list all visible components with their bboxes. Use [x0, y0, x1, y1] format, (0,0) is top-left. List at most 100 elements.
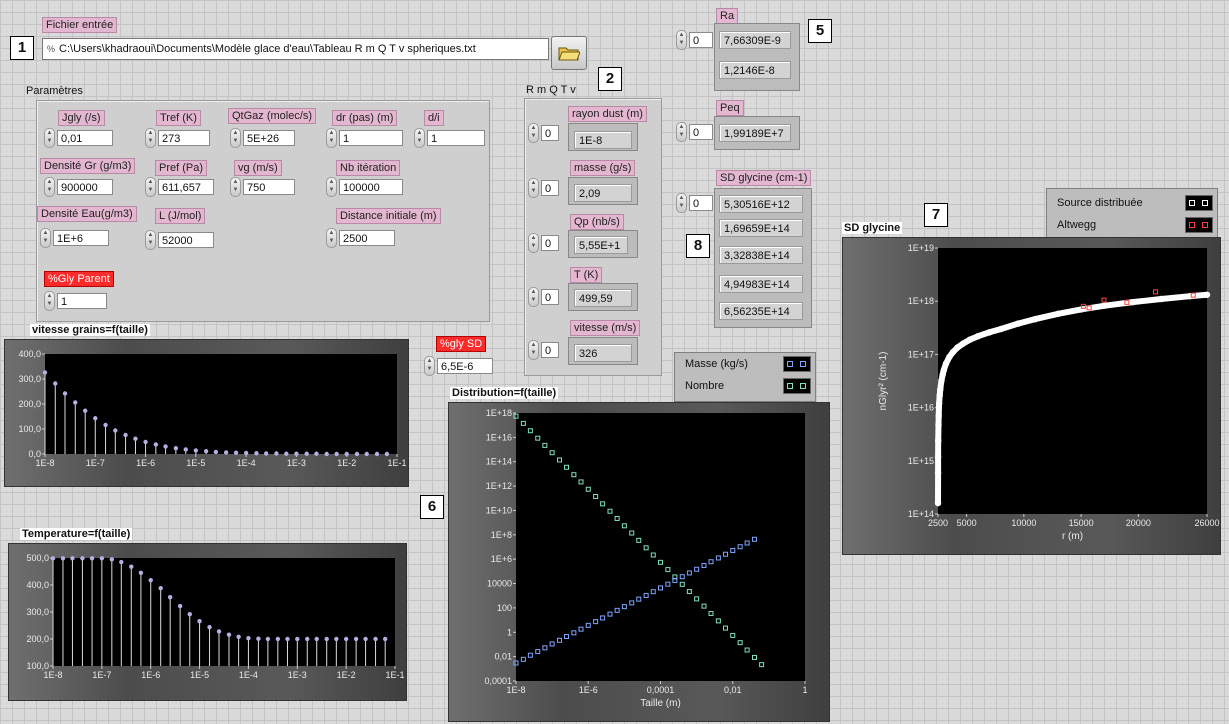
params-title: Paramètres — [26, 85, 83, 97]
spin-arrows-icon[interactable]: ▲ ▼ — [230, 128, 241, 148]
param-value[interactable]: 1 — [427, 130, 485, 146]
distribution-chart[interactable]: 1E+181E+161E+141E+121E+101E+81E+61000010… — [449, 403, 829, 721]
ra-value: 1,2146E-8 — [719, 61, 791, 79]
param-qtgaz-control[interactable]: ▲ ▼ 5E+26 — [230, 128, 295, 148]
param-value[interactable]: 5E+26 — [243, 130, 295, 146]
spin-arrows-icon[interactable]: ▲ ▼ — [326, 177, 337, 197]
y-tick-label: 1E+16 — [486, 432, 512, 442]
legend-item-nombre[interactable]: Nombre — [675, 375, 815, 397]
param-l-control[interactable]: ▲ ▼ 52000 — [145, 230, 214, 250]
array-index[interactable]: 0 — [689, 32, 713, 48]
spin-arrows-icon[interactable]: ▲ ▼ — [676, 193, 687, 213]
browse-button[interactable] — [551, 36, 587, 70]
rmqtv-index-3[interactable]: ▲ ▼ 0 — [528, 287, 559, 307]
spin-arrows-icon[interactable]: ▲ ▼ — [230, 177, 241, 197]
peq-value: 1,99189E+7 — [719, 124, 791, 142]
array-index[interactable]: 0 — [541, 125, 559, 141]
rmqtv-index-1[interactable]: ▲ ▼ 0 — [528, 178, 559, 198]
distribution-legend[interactable]: Masse (kg/s) Nombre — [674, 352, 816, 402]
param-value[interactable]: 100000 — [339, 179, 403, 195]
param-value[interactable]: 1 — [339, 130, 403, 146]
spin-arrows-icon[interactable]: ▲ ▼ — [145, 230, 156, 250]
param-pref-control[interactable]: ▲ ▼ 611,657 — [145, 177, 214, 197]
gly-parent-value[interactable]: 1 — [57, 293, 107, 309]
gly-parent-control[interactable]: ▲ ▼ 1 — [44, 291, 107, 311]
rmqtv-value-vitesse: 326 — [574, 344, 632, 362]
spin-arrows-icon[interactable]: ▲ ▼ — [44, 177, 55, 197]
rmqtv-label-qp: Qp (nb/s) — [570, 214, 624, 230]
param-jgly-control[interactable]: ▲ ▼ 0,01 — [44, 128, 113, 148]
param-label: dr (pas) (m) — [332, 110, 398, 126]
sd-glycine-index[interactable]: ▲ ▼ 0 — [676, 193, 713, 213]
spin-arrows-icon[interactable]: ▲ ▼ — [414, 128, 425, 148]
legend-swatch — [783, 356, 811, 372]
legend-item-altwegg[interactable]: Altwegg — [1047, 214, 1217, 236]
param-densite-gr-control[interactable]: ▲ ▼ 900000 — [44, 177, 113, 197]
x-tick-label: 1E-7 — [86, 458, 105, 468]
spin-arrows-icon[interactable]: ▲ ▼ — [528, 287, 539, 307]
sd-chart[interactable]: 1E+191E+181E+171E+161E+151E+142500 5000 10… — [843, 238, 1220, 554]
spin-arrows-icon[interactable]: ▲ ▼ — [528, 178, 539, 198]
temperature-chart[interactable]: 500,0400,0300,0200,0100,01E-8 1E-7 1E-6 1E-… — [9, 544, 406, 700]
spin-arrows-icon[interactable]: ▲ ▼ — [145, 177, 156, 197]
param-dr-control[interactable]: ▲ ▼ 1 — [326, 128, 403, 148]
rmqtv-index-0[interactable]: ▲ ▼ 0 — [528, 123, 559, 143]
rmqtv-index-4[interactable]: ▲ ▼ 0 — [528, 340, 559, 360]
spin-arrows-icon[interactable]: ▲ ▼ — [676, 122, 687, 142]
x-tick-label: 1E-1 — [387, 458, 406, 468]
gly-sd-value[interactable]: 6,5E-6 — [437, 358, 493, 374]
x-tick-label: 1E-6 — [141, 670, 160, 680]
array-index[interactable]: 0 — [541, 342, 559, 358]
x-tick-label: 1E-4 — [237, 458, 256, 468]
data-point — [256, 636, 261, 641]
spin-arrows-icon[interactable]: ▲ ▼ — [528, 233, 539, 253]
sd-chart-frame: 1E+19 1E+18 1E+17 1E+16 1E+15 1E+14 2500 5000 10… — [842, 237, 1221, 555]
legend-item-source[interactable]: Source distribuée — [1047, 192, 1217, 214]
sd-legend[interactable]: Source distribuée Altwegg — [1046, 188, 1218, 242]
peq-index[interactable]: ▲ ▼ 0 — [676, 122, 713, 142]
param-value[interactable]: 900000 — [57, 179, 113, 195]
spin-arrows-icon[interactable]: ▲ ▼ — [145, 128, 156, 148]
data-point — [334, 451, 339, 457]
y-tick-label: 10000 — [487, 579, 512, 589]
spin-arrows-icon[interactable]: ▲ ▼ — [40, 228, 51, 248]
param-vg-control[interactable]: ▲ ▼ 750 — [230, 177, 295, 197]
data-point — [163, 444, 168, 449]
spin-arrows-icon[interactable]: ▲ ▼ — [528, 340, 539, 360]
spin-arrows-icon[interactable]: ▲ ▼ — [676, 30, 687, 50]
ra-index[interactable]: ▲ ▼ 0 — [676, 30, 713, 50]
data-point — [123, 432, 128, 438]
param-nb-iteration-control[interactable]: ▲ ▼ 100000 — [326, 177, 403, 197]
param-di-control[interactable]: ▲ ▼ 1 — [414, 128, 485, 148]
array-index[interactable]: 0 — [689, 195, 713, 211]
param-value[interactable]: 611,657 — [158, 179, 214, 195]
array-index[interactable]: 0 — [541, 180, 559, 196]
distribution-chart-title: Distribution=f(taille) — [450, 387, 559, 399]
file-path-field[interactable]: % C:\Users\khadraoui\Documents\Modèle gl… — [42, 38, 549, 60]
array-index[interactable]: 0 — [541, 289, 559, 305]
param-value[interactable]: 2500 — [339, 230, 395, 246]
param-value[interactable]: 1E+6 — [53, 230, 109, 246]
param-value[interactable]: 273 — [158, 130, 210, 146]
spin-arrows-icon[interactable]: ▲ ▼ — [528, 123, 539, 143]
vitesse-chart[interactable]: 400,0300,0200,0100,00,01E-8 1E-7 1E-6 1E-5 1… — [5, 340, 408, 486]
array-index[interactable]: 0 — [541, 235, 559, 251]
spin-arrows-icon[interactable]: ▲ ▼ — [326, 128, 337, 148]
param-densite-eau-control[interactable]: ▲ ▼ 1E+6 — [40, 228, 109, 248]
vitesse-chart-frame: 400,0 300,0 200,0 100,0 0,0 1E-8 1E-7 1E-6 1E-5 1… — [4, 339, 409, 487]
data-point — [354, 451, 360, 457]
spin-arrows-icon[interactable]: ▲ ▼ — [44, 291, 55, 311]
spin-arrows-icon[interactable]: ▲ ▼ — [44, 128, 55, 148]
rmqtv-index-2[interactable]: ▲ ▼ 0 — [528, 233, 559, 253]
param-tref-control[interactable]: ▲ ▼ 273 — [145, 128, 210, 148]
spin-arrows-icon[interactable]: ▲ ▼ — [326, 228, 337, 248]
param-value[interactable]: 52000 — [158, 232, 214, 248]
spin-arrows-icon[interactable]: ▲ ▼ — [424, 356, 435, 376]
legend-item-masse[interactable]: Masse (kg/s) — [675, 353, 815, 375]
gly-sd-control[interactable]: ▲ ▼ 6,5E-6 — [424, 356, 493, 376]
param-distance-initiale-control[interactable]: ▲ ▼ 2500 — [326, 228, 395, 248]
param-value[interactable]: 0,01 — [57, 130, 113, 146]
array-index[interactable]: 0 — [689, 124, 713, 140]
param-value[interactable]: 750 — [243, 179, 295, 195]
sd-glycine-value: 5,30516E+12 — [719, 195, 803, 213]
